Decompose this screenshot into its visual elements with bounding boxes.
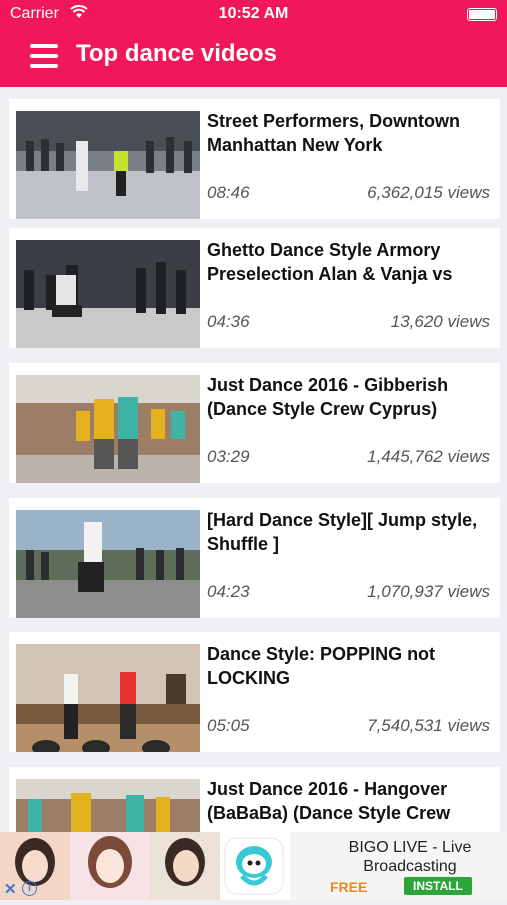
video-thumbnail[interactable] [16,644,200,752]
video-title: Just Dance 2016 - Hangover (BaBaBa) (Dan… [207,779,451,823]
bigo-logo-icon [220,832,290,900]
video-duration: 08:46 [207,183,250,202]
video-item[interactable]: Street Performers, Downtown Manhattan Ne… [9,99,500,219]
video-title: Ghetto Dance Style Armory Preselection A… [207,240,453,284]
video-duration: 05:05 [207,716,250,735]
video-thumbnail[interactable] [16,375,200,483]
video-views: 1,070,937 views [367,582,490,601]
ad-install-button[interactable]: INSTALL [404,877,472,895]
ad-banner[interactable]: BIGO LIVE - Live Broadcasting FREE INSTA… [0,832,507,900]
hamburger-menu-icon[interactable] [30,44,58,68]
video-title: Just Dance 2016 - Gibberish (Dance Style… [207,375,449,419]
video-duration: 04:23 [207,582,250,601]
video-item[interactable]: Dance Style: POPPING not LOCKING 05:05 7… [9,632,500,752]
ad-free-label: FREE [330,879,368,895]
ad-image [70,832,150,900]
video-title: [Hard Dance Style][ Jump style, Shuffle … [207,510,478,554]
video-views: 6,362,015 views [367,183,490,202]
video-views: 1,445,762 views [367,447,490,466]
video-item[interactable]: Just Dance 2016 - Gibberish (Dance Style… [9,363,500,483]
video-title: Dance Style: POPPING not LOCKING [207,644,436,688]
video-duration: 04:36 [207,312,250,331]
video-thumbnail[interactable] [16,510,200,618]
ad-title: BIGO LIVE - Live Broadcasting [348,839,472,875]
video-title: Street Performers, Downtown Manhattan Ne… [207,111,461,155]
clock: 10:52 AM [218,5,289,22]
video-views: 13,620 views [390,312,490,331]
video-item[interactable]: Ghetto Dance Style Armory Preselection A… [9,228,500,348]
info-icon[interactable]: i [22,881,37,896]
page-title: Top dance videos [76,40,277,67]
video-views: 7,540,531 views [367,716,490,735]
video-item[interactable]: Just Dance 2016 - Hangover (BaBaBa) (Dan… [9,767,500,832]
video-thumbnail[interactable] [16,111,200,219]
video-thumbnail[interactable] [16,779,200,832]
status-bar: Carrier 10:52 AM [0,0,507,30]
video-item[interactable]: [Hard Dance Style][ Jump style, Shuffle … [9,498,500,618]
video-list[interactable]: Street Performers, Downtown Manhattan Ne… [0,87,507,832]
video-thumbnail[interactable] [16,240,200,348]
nav-bar: Top dance videos [0,30,507,87]
battery-icon [467,8,497,21]
video-duration: 03:29 [207,447,250,466]
ad-image [150,832,220,900]
close-x-icon[interactable]: ✕ [4,880,17,898]
